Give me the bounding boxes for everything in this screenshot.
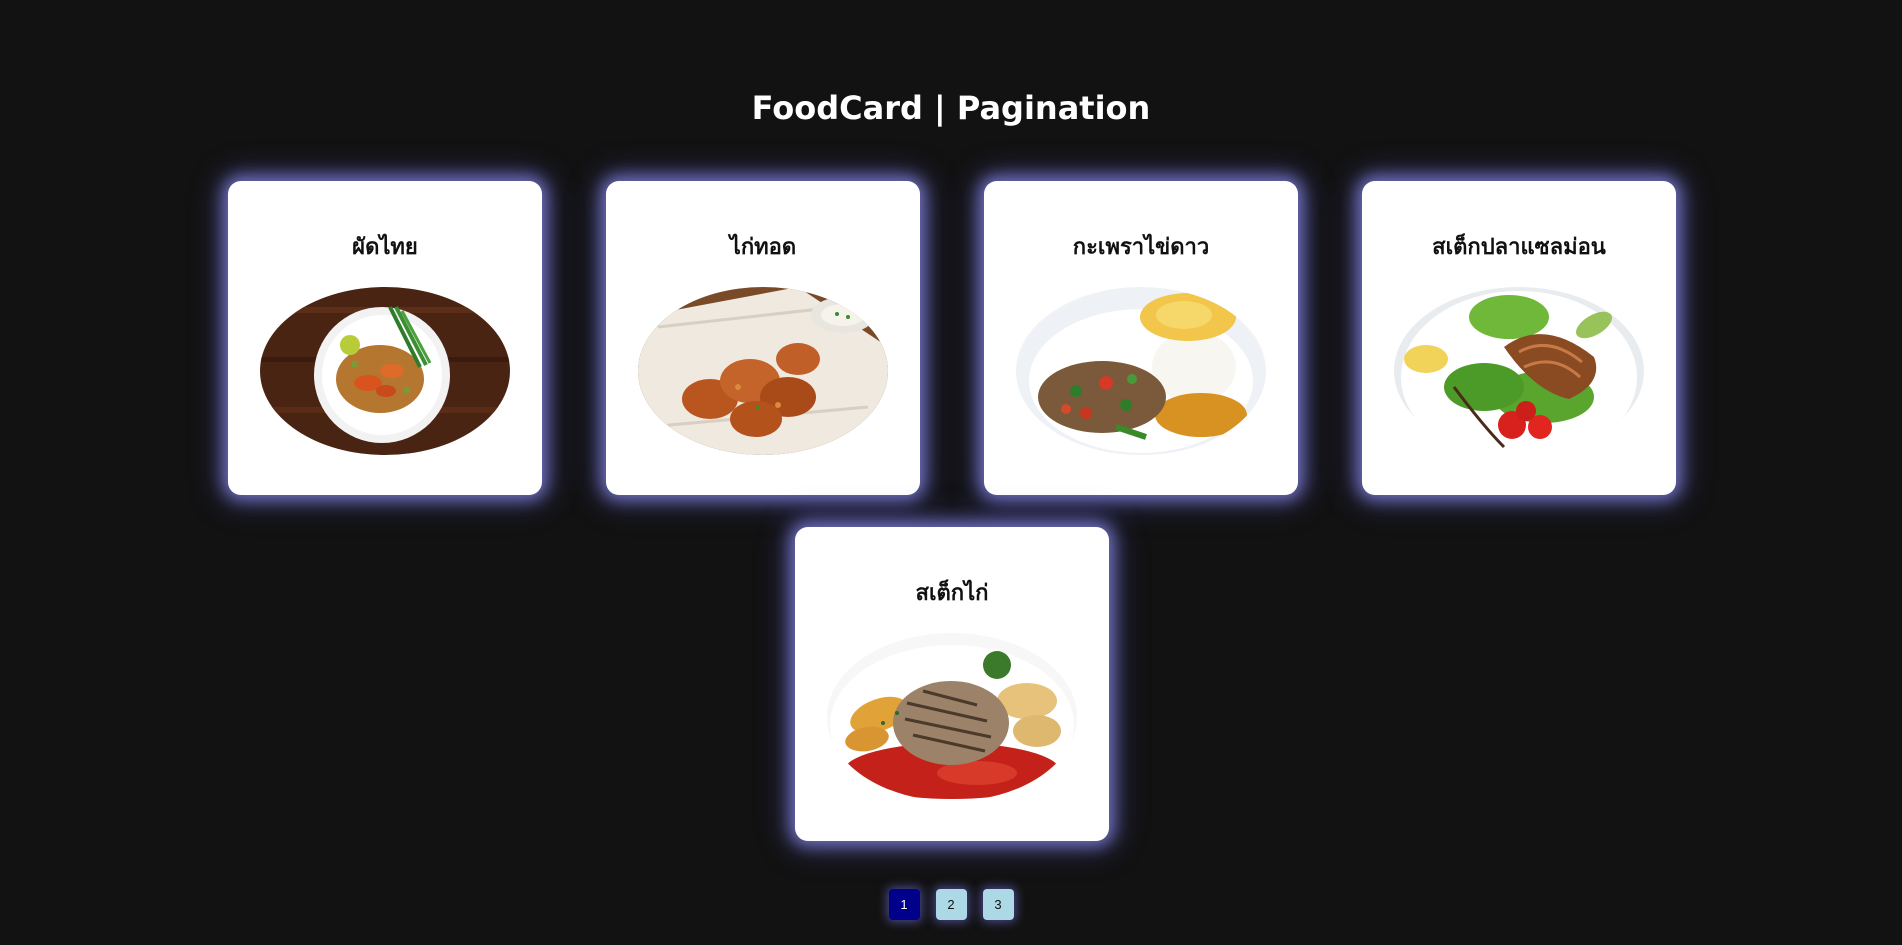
food-card-salmon-steak[interactable]: สเต็กปลาแซลม่อน	[1362, 181, 1676, 495]
basil-fried-egg-image	[1016, 287, 1266, 455]
card-title: กะเพราไข่ดาว	[1072, 235, 1210, 260]
card-title: ไก่ทอด	[729, 235, 797, 260]
page-button-1[interactable]: 1	[888, 889, 920, 920]
pagination: 123	[0, 889, 1902, 920]
chicken-steak-image	[827, 633, 1077, 801]
food-card-page: FoodCard | Pagination ผัดไทย ไก่ทอด กะเพ…	[0, 0, 1902, 945]
card-title: ผัดไทย	[352, 235, 418, 260]
page-button-2[interactable]: 2	[935, 889, 967, 920]
food-card-basil-fried-egg[interactable]: กะเพราไข่ดาว	[984, 181, 1298, 495]
card-title: สเต็กปลาแซลม่อน	[1432, 235, 1606, 260]
salmon-steak-image	[1394, 287, 1644, 455]
card-title: สเต็กไก่	[915, 581, 989, 606]
pad-thai-image	[260, 287, 510, 455]
food-card-fried-chicken[interactable]: ไก่ทอด	[606, 181, 920, 495]
page-title: FoodCard | Pagination	[751, 89, 1151, 127]
food-card-chicken-steak[interactable]: สเต็กไก่	[795, 527, 1109, 841]
food-card-pad-thai[interactable]: ผัดไทย	[228, 181, 542, 495]
fried-chicken-image	[638, 287, 888, 455]
page-button-3[interactable]: 3	[982, 889, 1014, 920]
